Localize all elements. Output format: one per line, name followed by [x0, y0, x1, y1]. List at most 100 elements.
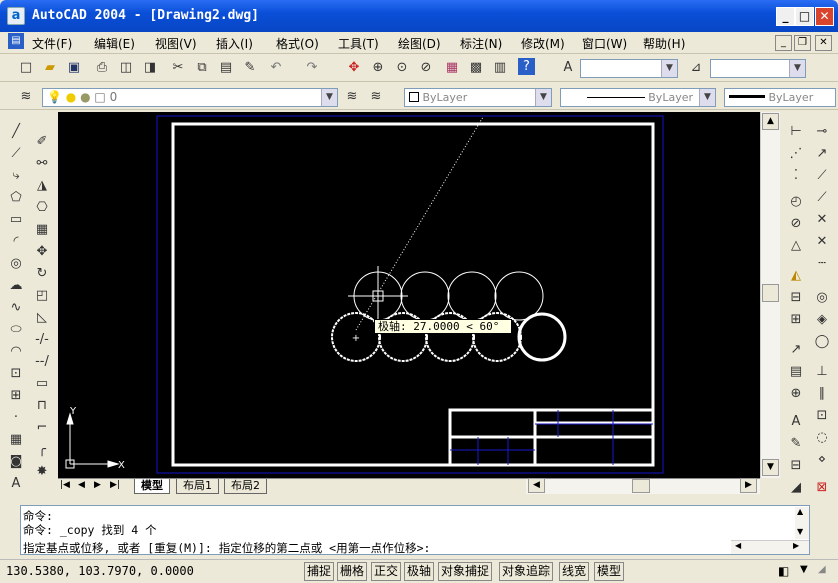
snap-from-icon[interactable]: ↗ — [812, 144, 832, 164]
tab-first-icon[interactable]: |◀ — [60, 480, 70, 490]
circle-icon[interactable]: ◎ — [6, 254, 26, 274]
arc-icon[interactable]: ◜ — [6, 232, 26, 252]
quick-leader-icon[interactable]: ↗ — [786, 340, 806, 360]
command-hscroll[interactable]: ◀ ▶ — [731, 540, 809, 554]
temporary-track-icon[interactable]: ⊸ — [812, 122, 832, 142]
coordinate-readout[interactable]: 130.5380, 103.7970, 0.0000 — [6, 564, 194, 578]
doc-restore-button[interactable]: ❐ — [794, 35, 811, 51]
diameter-dimension-icon[interactable]: ⊘ — [786, 214, 806, 234]
snap-extension-icon[interactable]: ┄ — [812, 254, 832, 274]
drawing-canvas[interactable]: + Y X 极轴: 27.0000 < 60° — [58, 112, 760, 478]
menu-view[interactable]: 视图(V) — [155, 35, 197, 52]
dimension-update-icon[interactable]: ⊟ — [786, 456, 806, 476]
status-lineweight[interactable]: 线宽 — [559, 562, 590, 581]
command-scroll-down[interactable]: ▼ — [797, 527, 803, 536]
layer-previous-icon[interactable]: ≋ — [366, 87, 386, 107]
mirror-icon[interactable]: ◮ — [32, 176, 52, 196]
tab-model[interactable]: 模型 — [134, 479, 170, 494]
line-icon[interactable]: ╱ — [6, 122, 26, 142]
command-scroll-left[interactable]: ◀ — [735, 541, 741, 550]
menu-tools[interactable]: 工具(T) — [338, 35, 379, 52]
tab-layout1[interactable]: 布局1 — [176, 479, 219, 494]
dimension-style-dropdown[interactable]: ▼ — [710, 59, 806, 78]
snap-apparent-intersection-icon[interactable]: ✕ — [812, 232, 832, 252]
multiline-text-icon[interactable]: A — [6, 474, 26, 494]
dimension-style-icon[interactable]: ⊿ — [686, 58, 706, 78]
rectangle-icon[interactable]: ▭ — [6, 210, 26, 230]
snap-insert-icon[interactable]: ⊡ — [812, 406, 832, 426]
status-grid[interactable]: 栅格 — [337, 562, 368, 581]
ellipse-icon[interactable]: ⬭ — [6, 320, 26, 340]
command-prompt[interactable]: 指定基点或位移, 或者 [重复(M)]: 指定位移的第二点或 <用第一点作位移>… — [23, 540, 430, 556]
radius-dimension-icon[interactable]: ◴ — [786, 192, 806, 212]
copy-icon[interactable]: ⧉ — [192, 58, 212, 78]
menu-modify[interactable]: 修改(M) — [521, 35, 565, 52]
zoom-realtime-icon[interactable]: ⊕ — [368, 58, 388, 78]
snap-intersection-icon[interactable]: ✕ — [812, 210, 832, 230]
stretch-icon[interactable]: ◺ — [32, 308, 52, 328]
array-icon[interactable]: ▦ — [32, 220, 52, 240]
revision-cloud-icon[interactable]: ☁ — [6, 276, 26, 296]
menu-format[interactable]: 格式(O) — [276, 35, 319, 52]
erase-icon[interactable]: ✐ — [32, 132, 52, 152]
command-vscroll[interactable]: ▲ ▼ — [795, 507, 809, 539]
text-style-icon[interactable]: A — [558, 58, 578, 78]
lineweight-dropdown[interactable]: ByLayer — [724, 88, 836, 107]
print-preview-icon[interactable]: ◫ — [116, 58, 136, 78]
print-icon[interactable]: ⎙ — [92, 58, 112, 78]
pan-icon[interactable]: ✥ — [344, 58, 364, 78]
move-icon[interactable]: ✥ — [32, 242, 52, 262]
open-file-icon[interactable]: ▰ — [40, 58, 60, 78]
snap-parallel-icon[interactable]: ∥ — [812, 384, 832, 404]
snap-tangent-icon[interactable]: ◯ — [812, 332, 832, 352]
status-menu-icon[interactable]: ▼ — [800, 564, 808, 575]
quick-dimension-icon[interactable]: ◭ — [786, 266, 806, 286]
doc-close-button[interactable]: ✕ — [815, 35, 832, 51]
menu-draw[interactable]: 绘图(D) — [398, 35, 441, 52]
publish-icon[interactable]: ◨ — [140, 58, 160, 78]
center-mark-icon[interactable]: ⊕ — [786, 384, 806, 404]
layer-manager-icon[interactable]: ≋ — [16, 87, 36, 107]
undo-icon[interactable]: ↶ — [266, 58, 286, 78]
status-otrack[interactable]: 对象追踪 — [499, 562, 554, 581]
linear-dimension-icon[interactable]: ⊢ — [786, 122, 806, 142]
rotate-icon[interactable]: ↻ — [32, 264, 52, 284]
status-osnap[interactable]: 对象捕捉 — [438, 562, 493, 581]
scroll-right-button[interactable]: ▶ — [740, 478, 757, 493]
status-ortho[interactable]: 正交 — [371, 562, 402, 581]
status-snap[interactable]: 捕捉 — [304, 562, 335, 581]
region-icon[interactable]: ◙ — [6, 452, 26, 472]
angular-dimension-icon[interactable]: △ — [786, 236, 806, 256]
scroll-up-button[interactable]: ▲ — [762, 113, 779, 130]
construction-line-icon[interactable]: ⟋ — [6, 144, 26, 164]
dimension-text-edit-icon[interactable]: ✎ — [786, 434, 806, 454]
snap-none-icon[interactable]: ⊠ — [812, 478, 832, 498]
snap-node-icon[interactable]: ◌ — [812, 428, 832, 448]
snap-center-icon[interactable]: ◎ — [812, 288, 832, 308]
status-polar[interactable]: 极轴 — [404, 562, 435, 581]
scale-icon[interactable]: ◰ — [32, 286, 52, 306]
redo-icon[interactable]: ↷ — [302, 58, 322, 78]
break-icon[interactable]: ▭ — [32, 374, 52, 394]
join-icon[interactable]: ⊓ — [32, 396, 52, 416]
tolerance-icon[interactable]: ▤ — [786, 362, 806, 382]
command-scroll-right[interactable]: ▶ — [793, 541, 799, 550]
point-icon[interactable]: · — [6, 408, 26, 428]
communication-center-icon[interactable]: ◧ — [778, 564, 789, 578]
minimize-button[interactable]: _ — [776, 7, 795, 26]
extend-icon[interactable]: --/ — [32, 352, 52, 372]
dimension-edit-icon[interactable]: A — [786, 412, 806, 432]
tab-prev-icon[interactable]: ◀ — [78, 480, 85, 490]
make-current-layer-icon[interactable]: ≋ — [342, 87, 362, 107]
snap-endpoint-icon[interactable]: ⟋ — [812, 166, 832, 186]
trim-icon[interactable]: -/- — [32, 330, 52, 350]
ordinate-dimension-icon[interactable]: ⁚ — [786, 166, 806, 186]
fillet-icon[interactable]: ╭ — [32, 440, 52, 460]
menu-edit[interactable]: 编辑(E) — [94, 35, 135, 52]
hscroll-thumb[interactable] — [632, 479, 650, 493]
snap-quadrant-icon[interactable]: ◈ — [812, 310, 832, 330]
layer-dropdown[interactable]: 💡 ● ● □ 0 ▼ — [42, 88, 338, 107]
scroll-thumb[interactable] — [762, 284, 779, 302]
scroll-down-button[interactable]: ▼ — [762, 459, 779, 476]
continue-dimension-icon[interactable]: ⊞ — [786, 310, 806, 330]
